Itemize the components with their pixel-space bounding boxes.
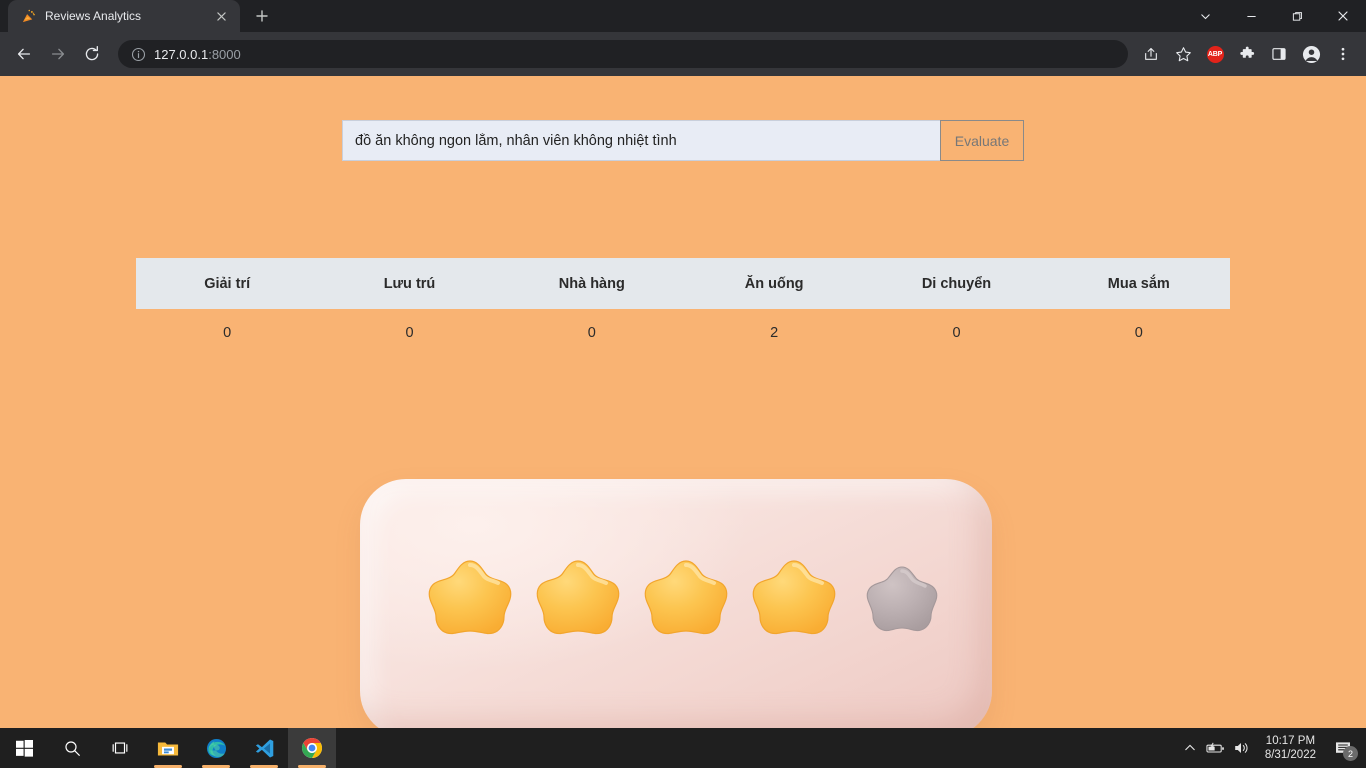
window-controls — [1182, 0, 1366, 32]
browser-tab[interactable]: Reviews Analytics — [8, 0, 240, 32]
puzzle-piece-icon[interactable] — [1232, 39, 1262, 69]
taskbar-clock[interactable]: 10:17 PM 8/31/2022 — [1255, 734, 1326, 762]
chrome-button[interactable] — [288, 728, 336, 768]
search-button[interactable] — [48, 728, 96, 768]
value-nha-hang: 0 — [587, 325, 596, 341]
maximize-button[interactable] — [1274, 0, 1320, 32]
value-giai-tri: 0 — [223, 325, 232, 341]
edge-button[interactable] — [192, 728, 240, 768]
star-filled-icon — [420, 553, 520, 653]
value-an-uong: 2 — [770, 325, 779, 341]
share-icon[interactable] — [1136, 39, 1166, 69]
chevron-down-icon[interactable] — [1182, 0, 1228, 32]
clock-time: 10:17 PM — [1265, 735, 1316, 747]
value-luu-tru: 0 — [405, 325, 414, 341]
file-explorer-button[interactable] — [144, 728, 192, 768]
new-tab-button[interactable] — [248, 2, 276, 30]
column-header-mua-sam: Mua sắm — [1107, 275, 1170, 292]
profile-icon[interactable] — [1296, 39, 1326, 69]
star-rating-group — [420, 547, 960, 659]
browser-window: Reviews Analytics 127.0.0.1:8000 ABP đồ … — [0, 0, 1366, 768]
address-bar-url: 127.0.0.1:8000 — [154, 47, 241, 62]
close-window-button[interactable] — [1320, 0, 1366, 32]
side-panel-icon[interactable] — [1264, 39, 1294, 69]
clock-date: 8/31/2022 — [1264, 749, 1316, 761]
notification-count-badge: 2 — [1343, 746, 1358, 761]
column-header-nha-hang: Nhà hàng — [558, 275, 625, 292]
minimize-button[interactable] — [1228, 0, 1274, 32]
notification-icon[interactable]: 2 — [1326, 728, 1360, 768]
column-header-luu-tru: Lưu trú — [383, 275, 436, 292]
tab-strip: Reviews Analytics — [0, 0, 1366, 32]
star-rating-speech-bubble — [352, 406, 992, 728]
column-header-an-uong: Ăn uống — [744, 275, 804, 292]
browser-toolbar: 127.0.0.1:8000 ABP — [0, 32, 1366, 76]
category-scores-table: Giải trí Lưu trú Nhà hàng Ăn uống Di chu… — [136, 258, 1230, 357]
back-arrow-icon[interactable] — [8, 38, 40, 70]
system-tray: 10:17 PM 8/31/2022 2 — [1177, 728, 1366, 768]
star-filled-icon — [528, 553, 628, 653]
adblock-label: ABP — [1206, 45, 1224, 63]
star-filled-icon — [744, 553, 844, 653]
page-viewport: Evaluate Giải trí Lưu trú Nhà hàng Ăn uố… — [0, 76, 1366, 728]
table-value-row: 0 0 0 2 0 0 — [136, 309, 1230, 357]
address-bar[interactable]: 127.0.0.1:8000 — [118, 40, 1128, 68]
forward-arrow-icon[interactable] — [42, 38, 74, 70]
task-view-button[interactable] — [96, 728, 144, 768]
chevron-up-icon[interactable] — [1177, 728, 1203, 768]
value-mua-sam: 0 — [1134, 325, 1143, 341]
star-empty-icon — [852, 553, 952, 653]
three-dots-vertical-icon[interactable] — [1328, 39, 1358, 69]
table-header-row: Giải trí Lưu trú Nhà hàng Ăn uống Di chu… — [136, 258, 1230, 309]
value-di-chuyen: 0 — [952, 325, 961, 341]
review-form: Evaluate — [342, 120, 1024, 161]
reload-icon[interactable] — [76, 38, 108, 70]
taskbar-items — [0, 728, 336, 768]
star-outline-icon[interactable] — [1168, 39, 1198, 69]
column-header-di-chuyen: Di chuyển — [921, 275, 992, 292]
vscode-button[interactable] — [240, 728, 288, 768]
column-header-giai-tri: Giải trí — [204, 275, 251, 292]
url-port: :8000 — [208, 46, 241, 62]
close-icon[interactable] — [212, 7, 230, 25]
tab-title: Reviews Analytics — [45, 9, 142, 23]
star-filled-icon — [636, 553, 736, 653]
start-button[interactable] — [0, 728, 48, 768]
speaker-icon[interactable] — [1229, 728, 1255, 768]
info-circle-icon[interactable] — [130, 46, 146, 62]
evaluate-button[interactable]: Evaluate — [940, 120, 1024, 161]
review-text-input[interactable] — [342, 120, 940, 161]
windows-taskbar: 10:17 PM 8/31/2022 2 — [0, 728, 1366, 768]
party-popper-icon — [20, 8, 36, 24]
url-host: 127.0.0.1 — [154, 46, 209, 62]
battery-charging-icon[interactable] — [1203, 728, 1229, 768]
adblock-plus-icon[interactable]: ABP — [1200, 39, 1230, 69]
